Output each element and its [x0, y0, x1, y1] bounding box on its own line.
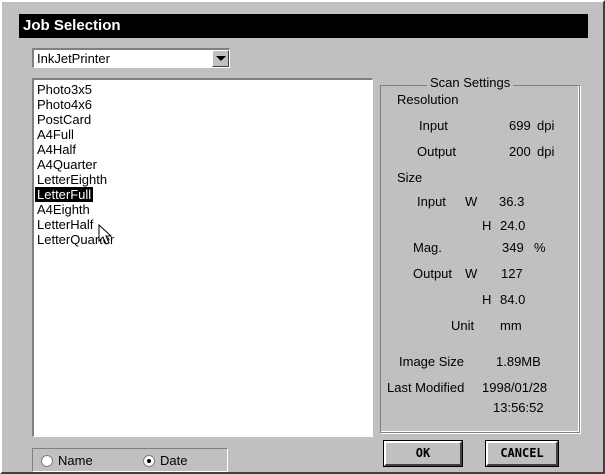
cancel-button[interactable]: CANCEL: [485, 440, 559, 467]
size-input-w-label: W: [465, 194, 478, 209]
chevron-down-icon: [216, 56, 226, 61]
job-list[interactable]: Photo3x5 Photo4x6 PostCard A4Full A4Half…: [32, 78, 373, 437]
job-list-item[interactable]: A4Quarter: [34, 157, 372, 172]
image-size-label: Image Size: [399, 354, 465, 369]
last-modified-label: Last Modified: [387, 380, 465, 395]
printer-dropdown-button[interactable]: [212, 50, 229, 67]
size-input-label: Input: [417, 194, 446, 209]
res-input-value: 699: [509, 118, 531, 133]
ok-button[interactable]: OK: [383, 440, 463, 467]
job-list-item[interactable]: LetterEighth: [34, 172, 372, 187]
last-modified-time: 13:56:52: [493, 400, 544, 415]
size-input-h-value: 24.0: [500, 218, 526, 233]
unit-label: Unit: [451, 318, 475, 333]
job-list-item[interactable]: Photo4x6: [34, 97, 372, 112]
res-input-unit: dpi: [537, 118, 555, 133]
mag-label: Mag.: [413, 240, 442, 255]
mag-value: 349: [502, 240, 524, 255]
radio-selected-dot: [147, 459, 151, 463]
mag-unit: %: [534, 240, 546, 255]
job-list-item[interactable]: A4Full: [34, 127, 372, 142]
mouse-pointer-icon: [98, 224, 113, 245]
window-title: Job Selection: [23, 17, 121, 34]
size-output-w-value: 127: [501, 266, 523, 281]
printer-select-value: InkJetPrinter: [37, 51, 110, 66]
size-input-w-value: 36.3: [499, 194, 525, 209]
printer-select[interactable]: InkJetPrinter: [32, 48, 230, 68]
job-list-item[interactable]: LetterQuarter: [34, 232, 372, 247]
size-label: Size: [397, 170, 423, 185]
size-input-h-label: H: [482, 218, 492, 233]
size-output-h-label: H: [482, 292, 492, 307]
title-bar: Job Selection: [19, 14, 588, 38]
job-list-item[interactable]: A4Eighth: [34, 202, 372, 217]
last-modified-date: 1998/01/28: [482, 380, 548, 395]
res-output-value: 200: [509, 144, 531, 159]
size-output-label: Output: [413, 266, 453, 281]
sort-name-radio[interactable]: [41, 455, 53, 467]
job-list-item[interactable]: Photo3x5: [34, 82, 372, 97]
res-output-label: Output: [417, 144, 457, 159]
size-output-h-value: 84.0: [500, 292, 526, 307]
sort-name-label[interactable]: Name: [58, 453, 93, 469]
job-list-item[interactable]: PostCard: [34, 112, 372, 127]
sort-date-label[interactable]: Date: [160, 453, 187, 469]
job-list-item-selected[interactable]: LetterFull: [34, 187, 372, 202]
res-output-unit: dpi: [537, 144, 555, 159]
size-output-w-label: W: [465, 266, 478, 281]
sort-date-radio[interactable]: [143, 455, 155, 467]
image-size-value: 1.89MB: [496, 354, 541, 369]
unit-value: mm: [500, 318, 522, 333]
resolution-label: Resolution: [397, 92, 459, 107]
res-input-label: Input: [419, 118, 448, 133]
sort-options: Name Date: [32, 448, 228, 472]
job-list-item[interactable]: LetterHalf: [34, 217, 372, 232]
job-list-item[interactable]: A4Half: [34, 142, 372, 157]
scan-settings-title: Scan Settings: [427, 75, 514, 90]
